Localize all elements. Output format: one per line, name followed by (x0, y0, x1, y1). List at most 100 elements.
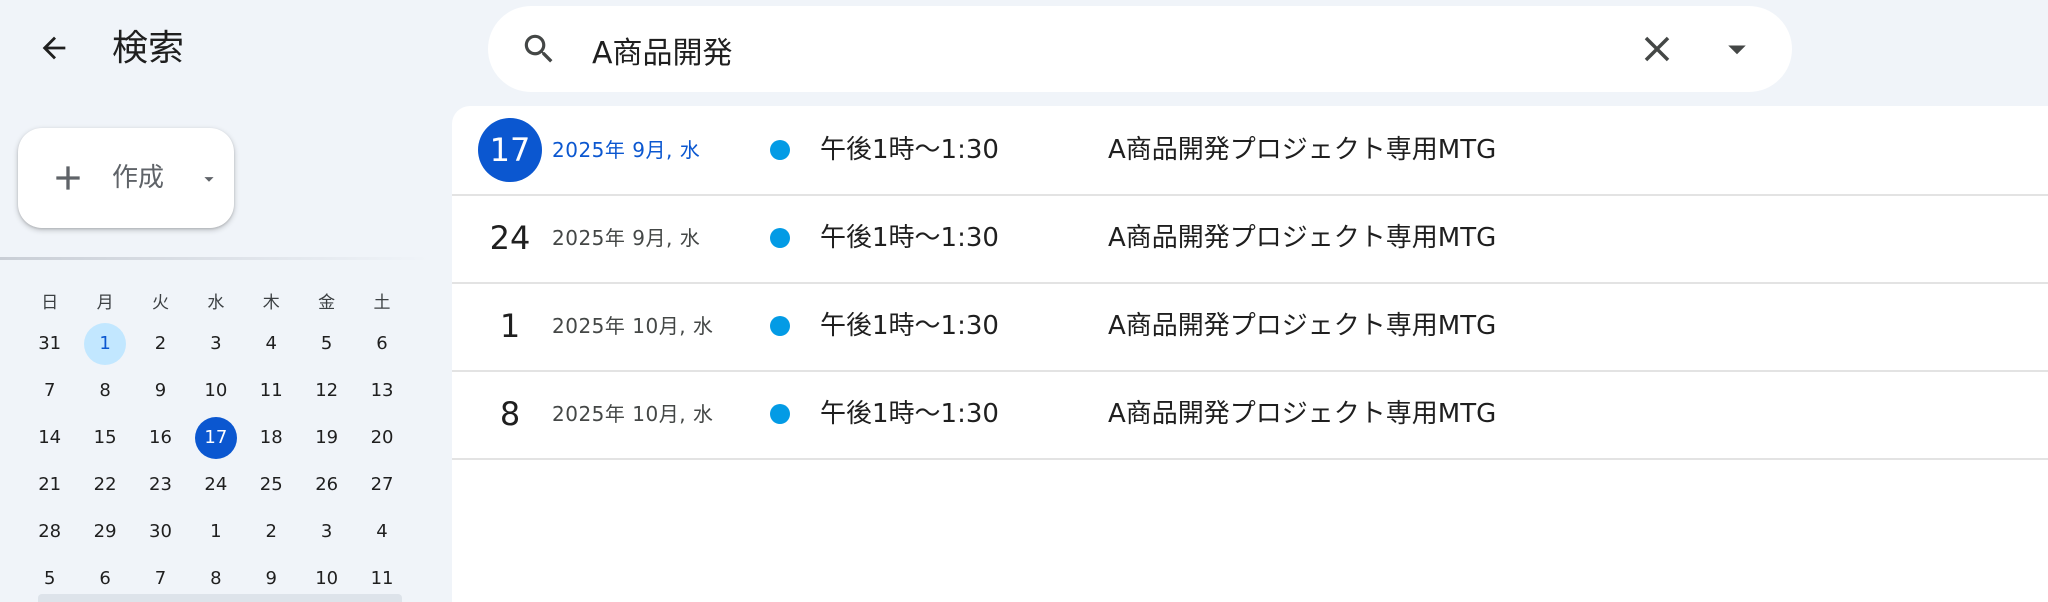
calendar-day-cell: 15 (77, 414, 132, 461)
search-icon[interactable] (520, 30, 558, 68)
calendar-day[interactable]: 23 (139, 464, 181, 506)
create-button[interactable]: 作成 (18, 128, 234, 228)
calendar-day[interactable]: 2 (250, 511, 292, 553)
result-day-number[interactable]: 17 (478, 118, 542, 182)
calendar-day-cell: 5 (299, 320, 354, 367)
weekday-label: 日 (41, 292, 59, 313)
calendar-day-cell: 1 (188, 508, 243, 555)
result-day-number[interactable]: 24 (478, 206, 542, 270)
calendar-day[interactable]: 2 (139, 323, 181, 365)
calendar-day-cell: 18 (244, 414, 299, 461)
calendar-day-cell: 12 (299, 367, 354, 414)
calendar-day[interactable]: 10 (195, 370, 237, 412)
calendar-week: 21 22 23 24 25 26 27 (22, 461, 436, 508)
result-row[interactable]: 8 2025年 10月, 水 午後1時～1:30 A商品開発プロジェクト専用MT… (452, 370, 2048, 460)
result-date-meta: 2025年 10月, 水 (552, 402, 714, 426)
result-time: 午後1時～1:30 (820, 135, 999, 165)
calendar-day[interactable]: 30 (139, 511, 181, 553)
calendar-day[interactable]: 4 (361, 511, 403, 553)
result-row[interactable]: 17 2025年 9月, 水 午後1時～1:30 A商品開発プロジェクト専用MT… (452, 106, 2048, 196)
caret-down-icon[interactable] (1716, 28, 1758, 70)
calendar-day[interactable]: 16 (139, 417, 181, 459)
calendar-day[interactable]: 8 (84, 370, 126, 412)
calendar-day-cell: 25 (244, 461, 299, 508)
calendar-day-cell: 21 (22, 461, 77, 508)
result-day-number[interactable]: 1 (478, 294, 542, 358)
calendar-day[interactable]: 11 (250, 370, 292, 412)
event-color-dot (770, 228, 790, 248)
calendar-day-cell: 14 (22, 414, 77, 461)
calendar-day[interactable]: 5 (306, 323, 348, 365)
calendar-week: 31 1 2 3 4 5 6 (22, 320, 436, 367)
calendar-day[interactable]: 4 (250, 323, 292, 365)
calendar-day[interactable]: 7 (29, 370, 71, 412)
calendar-day[interactable]: 1 (195, 511, 237, 553)
result-day-number[interactable]: 8 (478, 382, 542, 446)
calendar-day[interactable]: 28 (29, 511, 71, 553)
calendar-day[interactable]: 29 (84, 511, 126, 553)
calendar-day-cell: 4 (354, 508, 409, 555)
mini-calendar: 日 月 火 水 木 金 土 31 1 2 3 4 5 6 7 8 9 10 11… (22, 280, 436, 602)
calendar-day[interactable]: 27 (361, 464, 403, 506)
calendar-day[interactable]: 3 (306, 511, 348, 553)
create-button-label: 作成 (112, 163, 165, 193)
calendar-day-cell: 28 (22, 508, 77, 555)
calendar-day[interactable]: 15 (84, 417, 126, 459)
calendar-day[interactable]: 6 (361, 323, 403, 365)
result-row[interactable]: 24 2025年 9月, 水 午後1時～1:30 A商品開発プロジェクト専用MT… (452, 194, 2048, 284)
result-date-meta: 2025年 9月, 水 (552, 138, 701, 162)
calendar-day[interactable]: 25 (250, 464, 292, 506)
result-title: A商品開発プロジェクト専用MTG (1108, 135, 1497, 165)
calendar-day-cell: 29 (77, 508, 132, 555)
calendar-day-cell: 2 (133, 320, 188, 367)
calendar-day[interactable]: 22 (84, 464, 126, 506)
calendar-day[interactable]: 9 (139, 370, 181, 412)
close-icon[interactable] (1636, 28, 1678, 70)
result-title: A商品開発プロジェクト専用MTG (1108, 311, 1497, 341)
calendar-day[interactable]: 3 (195, 323, 237, 365)
calendar-day-cell: 3 (299, 508, 354, 555)
calendar-day-cell: 19 (299, 414, 354, 461)
calendar-day-cell: 7 (22, 367, 77, 414)
result-date-meta: 2025年 9月, 水 (552, 226, 701, 250)
result-time: 午後1時～1:30 (820, 311, 999, 341)
calendar-day[interactable]: 14 (29, 417, 71, 459)
calendar-day-cell: 20 (354, 414, 409, 461)
calendar-day-selected[interactable]: 17 (194, 416, 237, 459)
search-input[interactable] (590, 24, 1594, 76)
event-color-dot (770, 404, 790, 424)
calendar-day-today[interactable]: 1 (84, 322, 127, 365)
weekday-label: 金 (318, 292, 336, 313)
calendar-day-cell: 30 (133, 508, 188, 555)
calendar-day-cell: 10 (188, 367, 243, 414)
calendar-day[interactable]: 26 (306, 464, 348, 506)
calendar-day[interactable]: 18 (250, 417, 292, 459)
calendar-day-cell: 11 (244, 367, 299, 414)
weekday-label: 火 (151, 292, 169, 313)
calendar-day-cell: 23 (133, 461, 188, 508)
calendar-day[interactable]: 21 (29, 464, 71, 506)
weekday-label: 木 (262, 292, 280, 313)
result-row[interactable]: 1 2025年 10月, 水 午後1時～1:30 A商品開発プロジェクト専用MT… (452, 282, 2048, 372)
calendar-day[interactable]: 19 (306, 417, 348, 459)
calendar-day[interactable]: 24 (195, 464, 237, 506)
calendar-day[interactable]: 12 (306, 370, 348, 412)
event-color-dot (770, 140, 790, 160)
calendar-day-cell: 17 (188, 414, 243, 461)
calendar-day-cell: 8 (77, 367, 132, 414)
mini-calendar-edge (38, 594, 402, 602)
calendar-day-cell: 24 (188, 461, 243, 508)
calendar-day[interactable]: 31 (29, 323, 71, 365)
calendar-day-cell: 1 (77, 320, 132, 367)
calendar-day-cell: 27 (354, 461, 409, 508)
page-title: 検索 (112, 28, 185, 69)
back-button[interactable] (28, 22, 80, 74)
caret-down-icon (204, 177, 214, 182)
calendar-day[interactable]: 20 (361, 417, 403, 459)
calendar-day-cell: 9 (133, 367, 188, 414)
sidebar-divider (0, 257, 430, 260)
calendar-day[interactable]: 13 (361, 370, 403, 412)
calendar-week: 14 15 16 17 18 19 20 (22, 414, 436, 461)
plus-icon (56, 166, 80, 190)
result-title: A商品開発プロジェクト専用MTG (1108, 399, 1497, 429)
